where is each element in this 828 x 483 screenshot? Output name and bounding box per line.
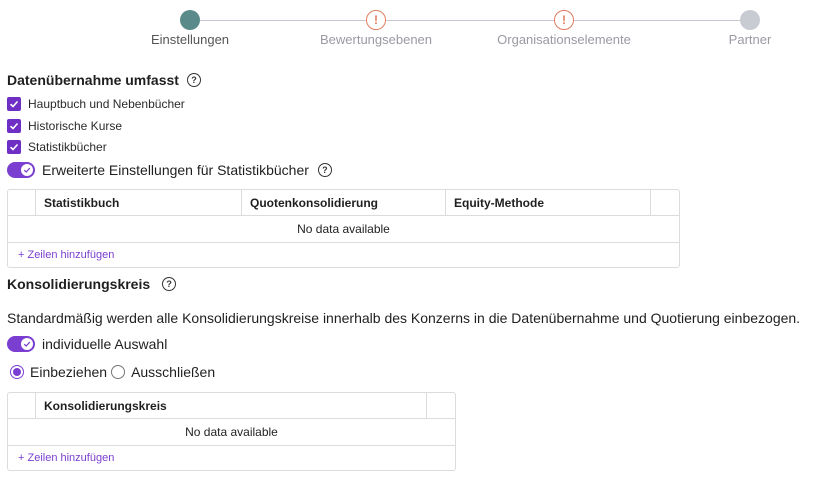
help-icon[interactable]: ?	[162, 277, 177, 291]
step-label-partner[interactable]: Partner	[729, 32, 772, 47]
radio-label-einbeziehen[interactable]: Einbeziehen	[30, 364, 107, 380]
toggle-check-icon	[21, 338, 33, 350]
checkbox-checked-icon[interactable]	[7, 97, 21, 111]
checkbox-historische-kurse[interactable]: Historische Kurse	[7, 119, 122, 133]
section-title-konsolidierungskreis: Konsolidierungskreis ?	[7, 276, 177, 292]
toggle-check-icon	[21, 164, 33, 176]
section-title-text: Datenübernahme umfasst	[7, 72, 179, 88]
konsolidierungskreis-description: Standardmäßig werden alle Konsolidierung…	[7, 310, 801, 326]
help-icon[interactable]: ?	[186, 73, 201, 87]
table-empty-message: No data available	[8, 216, 679, 243]
column-header-statistikbuch[interactable]: Statistikbuch	[36, 190, 242, 215]
stepper-connector	[574, 20, 740, 21]
step-label-organisationselemente[interactable]: Organisationselemente	[497, 32, 631, 47]
column-header-equity-methode[interactable]: Equity-Methode	[446, 190, 651, 215]
checkbox-statistikbuecher[interactable]: Statistikbücher	[7, 140, 107, 154]
step-label-einstellungen[interactable]: Einstellungen	[151, 32, 229, 47]
checkbox-hauptbuch[interactable]: Hauptbuch und Nebenbücher	[7, 97, 185, 111]
radio-einbeziehen[interactable]	[10, 365, 24, 379]
radio-group-einbeziehen-ausschliessen: Einbeziehen Ausschließen	[10, 364, 219, 380]
konsolidierungskreis-table: Konsolidierungskreis No data available +…	[7, 392, 456, 471]
step-label-bewertungsebenen[interactable]: Bewertungsebenen	[320, 32, 432, 47]
checkbox-label: Hauptbuch und Nebenbücher	[28, 97, 185, 111]
toggle-switch[interactable]	[7, 162, 35, 178]
wizard-stepper: ! ! Einstellungen Bewertungsebenen Organ…	[0, 0, 828, 56]
table-empty-message: No data available	[8, 419, 455, 446]
toggle-switch[interactable]	[7, 336, 35, 352]
table-actions-column	[427, 393, 455, 418]
table-select-column	[8, 190, 36, 215]
add-rows-button[interactable]: + Zeilen hinzufügen	[8, 446, 455, 470]
stepper-connector	[386, 20, 554, 21]
section-title-datenuebernahme: Datenübernahme umfasst ?	[7, 72, 201, 88]
radio-label-ausschliessen[interactable]: Ausschließen	[131, 364, 215, 380]
step-einstellungen-dot[interactable]	[180, 10, 200, 30]
toggle-individuelle-auswahl[interactable]: individuelle Auswahl	[7, 336, 167, 352]
help-icon[interactable]: ?	[317, 163, 332, 177]
table-select-column	[8, 393, 36, 418]
step-organisationselemente-warning-icon[interactable]: !	[554, 10, 574, 30]
checkbox-label: Statistikbücher	[28, 140, 107, 154]
stepper-connector	[200, 20, 366, 21]
toggle-label: Erweiterte Einstellungen für Statistikbü…	[42, 162, 309, 178]
checkbox-label: Historische Kurse	[28, 119, 123, 133]
table-actions-column	[651, 190, 679, 215]
radio-ausschliessen[interactable]	[111, 365, 126, 379]
step-bewertungsebenen-warning-icon[interactable]: !	[366, 10, 386, 30]
table-header-row: Statistikbuch Quotenkonsolidierung Equit…	[8, 190, 679, 216]
add-rows-button[interactable]: + Zeilen hinzufügen	[8, 243, 679, 267]
column-header-konsolidierungskreis[interactable]: Konsolidierungskreis	[36, 393, 427, 418]
checkbox-checked-icon[interactable]	[7, 140, 21, 154]
statistikbuch-table: Statistikbuch Quotenkonsolidierung Equit…	[7, 189, 680, 268]
toggle-label: individuelle Auswahl	[42, 336, 168, 352]
step-partner-dot[interactable]	[740, 10, 760, 30]
toggle-erweiterte-einstellungen[interactable]: Erweiterte Einstellungen für Statistikbü…	[7, 162, 332, 178]
section-title-text: Konsolidierungskreis	[7, 276, 151, 292]
checkbox-checked-icon[interactable]	[7, 119, 21, 133]
column-header-quotenkonsolidierung[interactable]: Quotenkonsolidierung	[242, 190, 446, 215]
table-header-row: Konsolidierungskreis	[8, 393, 455, 419]
